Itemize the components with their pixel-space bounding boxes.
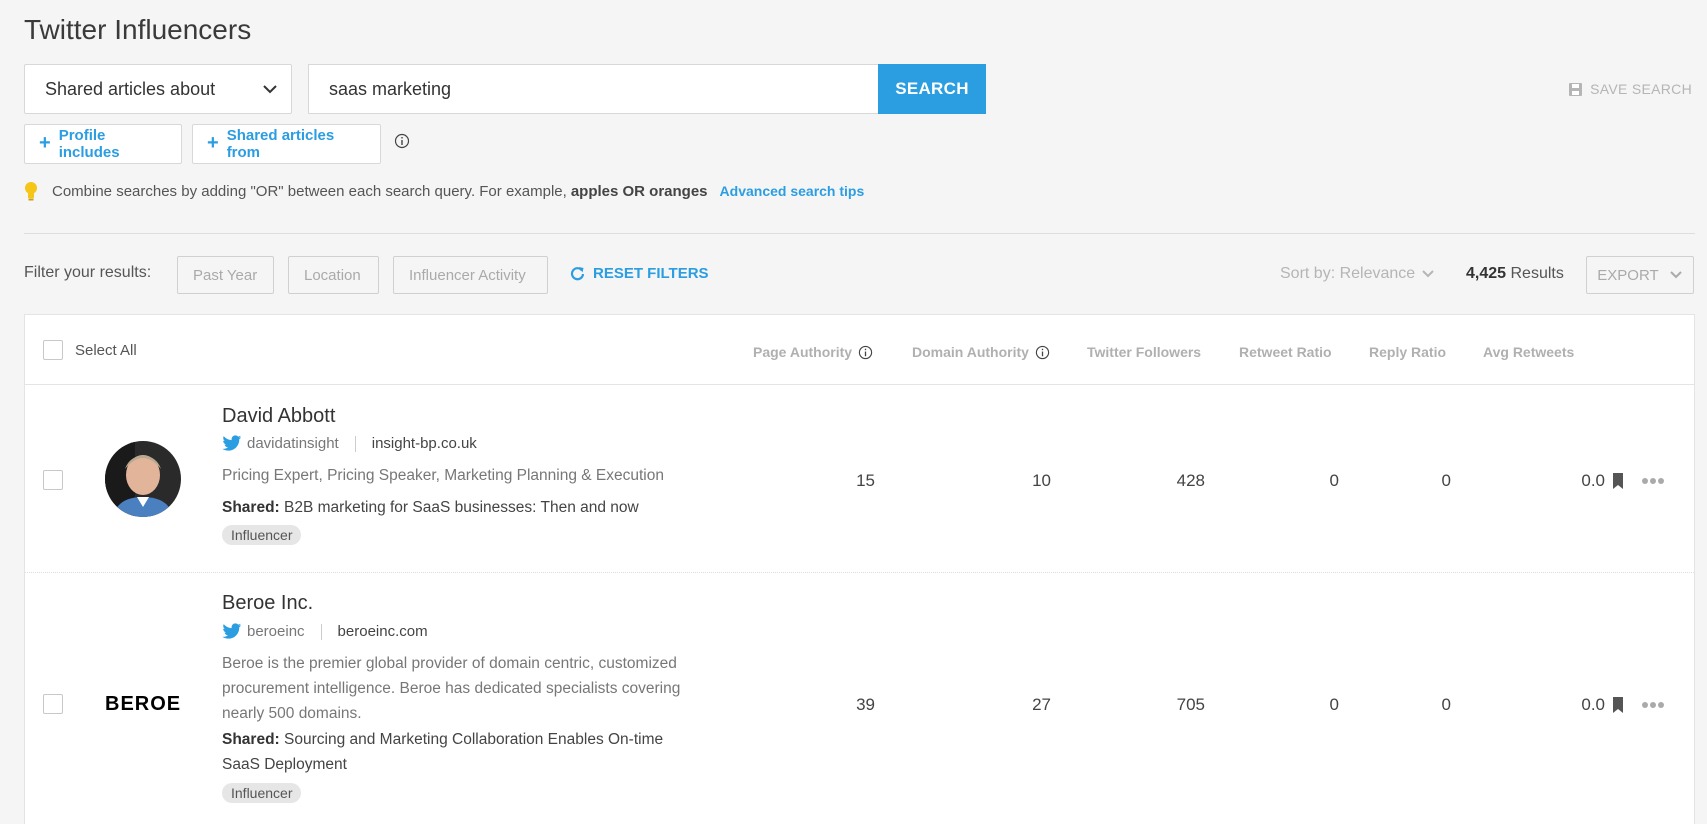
profile-includes-label: Profile includes [58,127,120,161]
shared-article: Shared: B2B marketing for SaaS businesse… [222,495,692,520]
profile-includes-button[interactable]: + Profile includes [24,124,182,164]
col-page-authority[interactable]: Page Authority [753,344,873,360]
export-button[interactable]: EXPORT [1586,256,1694,294]
shared-articles-from-button[interactable]: + Shared articles from [192,124,381,164]
separator [354,435,356,452]
influencer-tag: Influencer [222,783,302,803]
search-tip: Combine searches by adding "OR" between … [24,181,864,201]
advanced-search-tips-link[interactable]: Advanced search tips [720,183,865,199]
export-label: EXPORT [1597,266,1659,284]
bookmark-icon[interactable] [1612,473,1624,489]
handle-line: davidatinsight insight-bp.co.uk [222,435,477,452]
refresh-icon [570,267,585,281]
chevron-down-icon [263,85,277,94]
reply-ratio-value: 0 [1441,695,1451,714]
chevron-down-icon [1669,271,1682,279]
influencer-name[interactable]: Beroe Inc. [222,592,313,615]
influencer-name[interactable]: David Abbott [222,405,335,428]
results-number: 4,425 [1466,265,1507,282]
save-search-button[interactable]: SAVE SEARCH [1569,81,1692,97]
filter-influencer-activity[interactable]: Influencer Activity [393,256,548,294]
separator [320,623,322,640]
website-link[interactable]: beroeinc.com [338,623,428,640]
more-options-icon[interactable] [1641,701,1665,709]
filter-label: Filter your results: [24,264,152,281]
domain-authority-value: 10 [1032,471,1051,490]
shared-label: Shared: [222,499,280,516]
col-retweet-ratio[interactable]: Retweet Ratio [1239,344,1332,360]
twitter-handle[interactable]: davidatinsight [247,435,339,452]
avatar[interactable]: BEROE [105,666,181,742]
influencer-tag: Influencer [222,525,302,545]
reply-ratio-value: 0 [1441,471,1451,490]
reset-filters-label: RESET FILTERS [593,265,709,282]
plus-icon: + [39,131,51,154]
info-icon[interactable] [858,345,873,360]
col-domain-authority[interactable]: Domain Authority [912,344,1050,360]
select-all-checkbox[interactable] [43,340,63,360]
twitter-followers-value: 428 [1176,471,1205,490]
col-reply-ratio[interactable]: Reply Ratio [1369,344,1446,360]
handle-line: beroeinc beroeinc.com [222,623,428,640]
col-domain-authority-label: Domain Authority [912,344,1029,360]
table-header: Select All Page Authority Domain Authori… [25,315,1694,385]
table-row: David Abbott davidatinsight insight-bp.c… [25,385,1694,573]
avg-retweets-value: 0.0 [1581,695,1605,714]
col-twitter-followers[interactable]: Twitter Followers [1087,344,1201,360]
beroe-logo: BEROE [105,693,181,715]
avatar[interactable] [105,441,181,517]
twitter-icon [222,435,242,451]
shared-article-title[interactable]: B2B marketing for SaaS businesses: Then … [284,499,639,516]
tip-text: Combine searches by adding "OR" between … [52,182,567,200]
lightbulb-icon [25,182,37,201]
avg-retweets-value: 0.0 [1581,471,1605,490]
save-search-label: SAVE SEARCH [1590,81,1692,97]
plus-icon: + [207,131,219,154]
save-icon [1569,82,1583,96]
sort-label: Sort by: Relevance [1280,265,1416,282]
search-type-value: Shared articles about [45,78,216,99]
results-table: Select All Page Authority Domain Authori… [24,314,1695,824]
page-title: Twitter Influencers [24,14,252,45]
sort-select[interactable]: Sort by: Relevance [1280,265,1435,283]
tip-example: apples OR oranges [570,182,708,200]
website-link[interactable]: insight-bp.co.uk [372,435,477,452]
filter-past-year[interactable]: Past Year [177,256,274,294]
reset-filters-button[interactable]: RESET FILTERS [570,265,709,282]
col-avg-retweets[interactable]: Avg Retweets [1483,344,1574,360]
influencer-bio: Pricing Expert, Pricing Speaker, Marketi… [222,467,664,484]
shared-label: Shared: [222,731,280,748]
results-label: Results [1510,265,1564,282]
page-authority-value: 15 [856,471,875,490]
shared-article: Shared: Sourcing and Marketing Collabora… [222,727,692,777]
more-options-icon[interactable] [1641,477,1665,485]
search-input[interactable] [308,64,878,114]
domain-authority-value: 27 [1032,695,1051,714]
shared-article-title[interactable]: Sourcing and Marketing Collaboration Ena… [222,731,663,773]
search-button[interactable]: SEARCH [878,64,986,114]
info-icon[interactable] [1035,345,1050,360]
twitter-icon [222,623,242,639]
results-count: 4,425 Results [1466,265,1564,283]
avatar-image [105,441,181,517]
table-row: BEROE Beroe Inc. beroeinc beroeinc.com B… [25,573,1694,824]
influencer-bio: Beroe is the premier global provider of … [222,655,681,722]
twitter-followers-value: 705 [1176,695,1205,714]
select-all-label: Select All [75,342,137,359]
row-checkbox[interactable] [43,470,63,490]
info-icon[interactable] [394,133,410,149]
twitter-handle[interactable]: beroeinc [247,623,305,640]
row-checkbox[interactable] [43,694,63,714]
divider [24,233,1695,234]
chevron-down-icon [1422,270,1434,278]
retweet-ratio-value: 0 [1329,471,1339,490]
page-authority-value: 39 [856,695,875,714]
shared-articles-from-label: Shared articles from [226,127,335,161]
search-type-select[interactable]: Shared articles about [24,64,292,114]
retweet-ratio-value: 0 [1329,695,1339,714]
filter-location[interactable]: Location [288,256,379,294]
col-page-authority-label: Page Authority [753,344,853,360]
bookmark-icon[interactable] [1612,697,1624,713]
